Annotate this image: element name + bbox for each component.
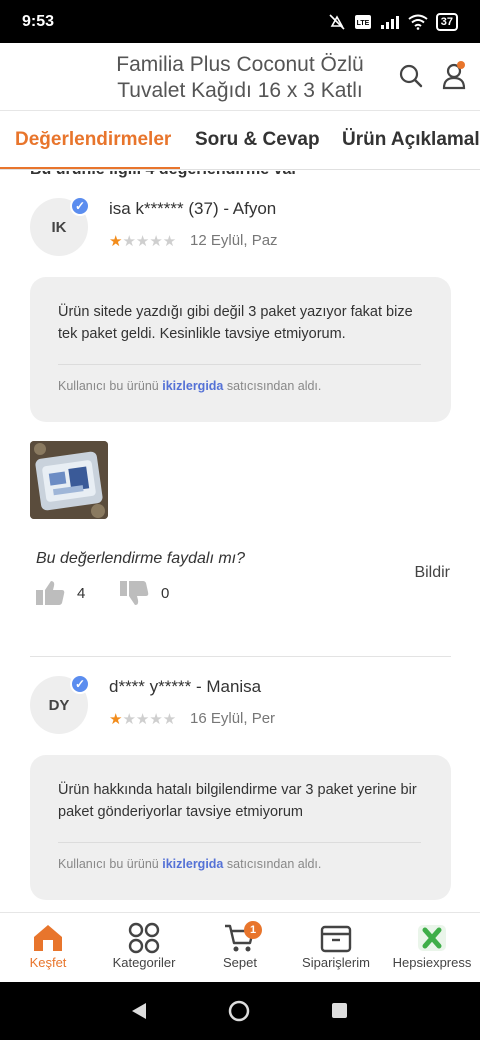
review-photo[interactable]: [30, 441, 108, 519]
system-nav-bar: [0, 982, 480, 1040]
review-text: Ürün sitede yazdığı gibi değil 3 paket y…: [58, 304, 413, 342]
active-tab-indicator: [0, 167, 180, 169]
review-text: Ürün hakkında hatalı bilgilendirme var 3…: [58, 782, 417, 820]
reviewer-name: isa k****** (37) - Afyon: [109, 199, 277, 218]
divider: [58, 842, 421, 843]
status-bar: 9:53 LTE 37: [0, 0, 480, 43]
mute-icon: [329, 13, 345, 30]
dislike-count: 0: [161, 584, 170, 602]
report-link[interactable]: Bildir: [414, 564, 450, 582]
helpful-question: Bu değerlendirme faydalı mı?: [36, 550, 245, 567]
review-card: Ürün sitede yazdığı gibi değil 3 paket y…: [30, 277, 451, 422]
home-icon: [0, 921, 96, 955]
svg-text:LTE: LTE: [356, 20, 369, 27]
status-time: 9:53: [22, 12, 55, 30]
back-icon[interactable]: [130, 1002, 148, 1020]
verified-icon: ✓: [70, 674, 90, 694]
account-icon[interactable]: [440, 61, 468, 91]
nav-sepet[interactable]: 1 Sepet: [192, 921, 288, 970]
header: Familia Plus Coconut Özlü Tuvalet Kağıdı…: [0, 43, 480, 111]
page-title: Familia Plus Coconut Özlü Tuvalet Kağıdı…: [116, 53, 364, 102]
status-icons: LTE 37: [328, 12, 458, 31]
dislike-button[interactable]: 0: [119, 580, 169, 606]
tab-reviews[interactable]: Değerlendirmeler: [15, 129, 171, 151]
seller-info: Kullanıcı bu ürünü ikizlergida satıcısın…: [58, 857, 322, 871]
box-icon: [288, 921, 384, 955]
seller-info: Kullanıcı bu ürünü ikizlergida satıcısın…: [58, 379, 322, 393]
review-date: 12 Eylül, Paz: [190, 232, 278, 249]
nav-siparislerim[interactable]: Siparişlerim: [288, 921, 384, 970]
reviews-list[interactable]: Bu ürünle ilgili 4 değerlendirme var IK …: [0, 171, 480, 912]
search-icon[interactable]: [398, 63, 424, 89]
review-date: 16 Eylül, Per: [190, 710, 276, 727]
nav-hepsiexpress[interactable]: Hepsiexpress: [384, 921, 480, 970]
rating-stars: ★★★★★: [109, 711, 177, 728]
cart-icon: 1: [192, 921, 288, 955]
review-separator: [30, 656, 451, 657]
nav-kategoriler[interactable]: Kategoriler: [96, 921, 192, 970]
seller-link[interactable]: ikizlergida: [162, 857, 223, 871]
review-count-text: Bu ürünle ilgili 4 değerlendirme var: [30, 171, 298, 179]
verified-icon: ✓: [70, 196, 90, 216]
tab-qa[interactable]: Soru & Cevap: [195, 129, 320, 151]
signal-icon: [380, 15, 399, 29]
divider: [58, 364, 421, 365]
wifi-icon: [408, 14, 428, 30]
reviewer-name: d**** y***** - Manisa: [109, 677, 262, 696]
thumbs-up-icon: [36, 581, 65, 605]
like-count: 4: [77, 584, 86, 602]
rating-stars: ★★★★★: [109, 233, 177, 250]
cart-badge: 1: [244, 921, 262, 939]
tab-bar: Değerlendirmeler Soru & Cevap Ürün Açıkl…: [0, 111, 480, 170]
express-icon: [384, 921, 480, 955]
thumbs-down-icon: [120, 581, 149, 605]
volte-icon: LTE: [354, 14, 371, 29]
home-button-icon[interactable]: [228, 1000, 250, 1022]
review-photo-image: [30, 441, 108, 519]
bottom-nav: Keşfet Kategoriler 1 Sepet Siparişlerim …: [0, 912, 480, 982]
avatar: IK ✓: [30, 196, 90, 256]
battery-icon: 37: [435, 12, 458, 31]
tab-description[interactable]: Ürün Açıklamala: [342, 129, 480, 151]
seller-link[interactable]: ikizlergida: [162, 379, 223, 393]
nav-kesfet[interactable]: Keşfet: [0, 921, 96, 970]
grid-icon: [96, 921, 192, 955]
avatar: DY ✓: [30, 674, 90, 734]
recents-icon[interactable]: [332, 1003, 347, 1018]
like-button[interactable]: 4: [35, 580, 85, 606]
review-card: Ürün hakkında hatalı bilgilendirme var 3…: [30, 755, 451, 900]
